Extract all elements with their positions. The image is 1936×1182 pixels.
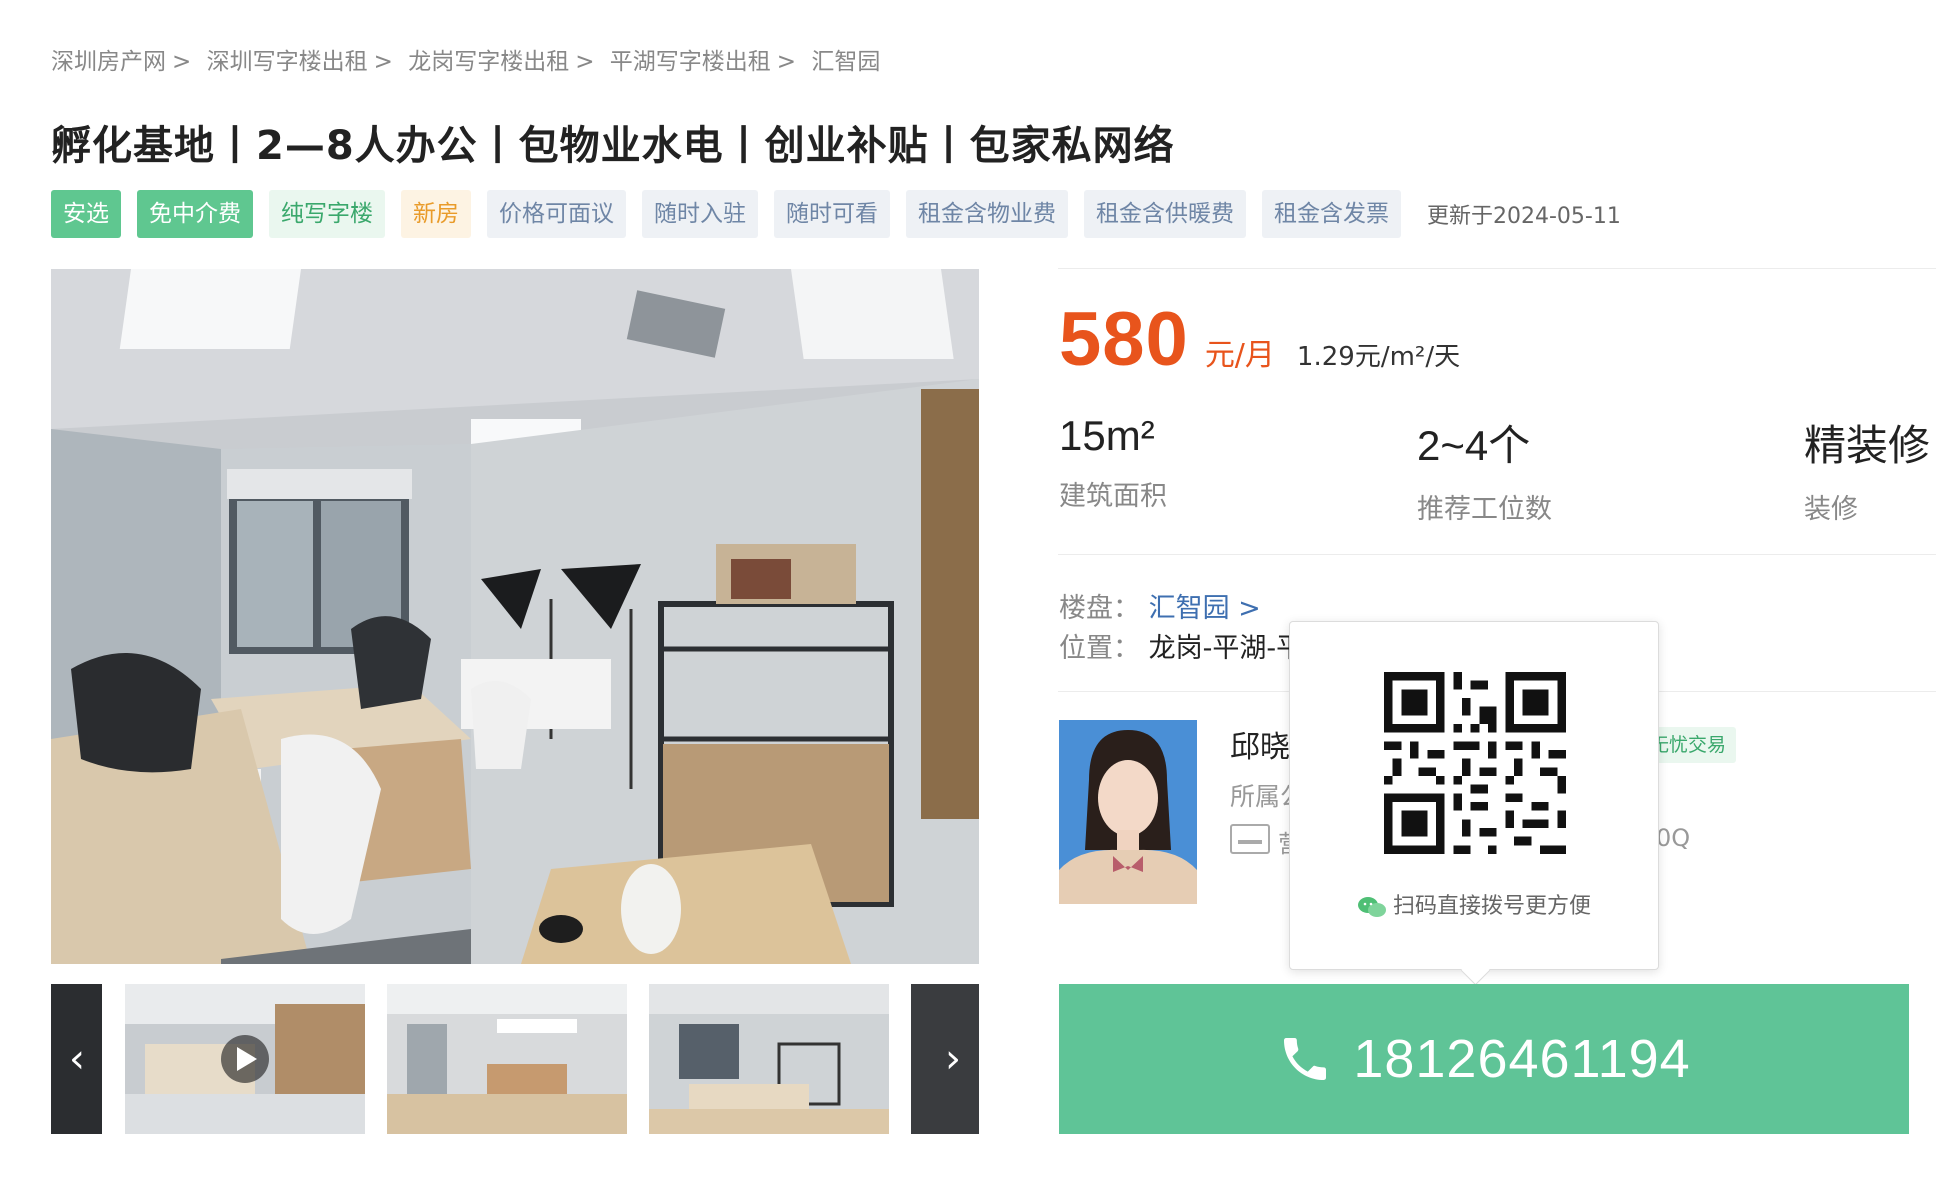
tag-anxuan: 安选 (51, 190, 121, 238)
breadcrumb-link[interactable]: 平湖写字楼出租 (610, 49, 771, 75)
wechat-icon (1357, 897, 1386, 917)
thumbnail-3[interactable] (649, 984, 889, 1134)
breadcrumb-link[interactable]: 深圳写字楼出租 (207, 49, 368, 75)
thumbnail-video[interactable] (125, 984, 365, 1134)
thumbnail-2[interactable] (387, 984, 627, 1134)
tag-list: 安选 免中介费 纯写字楼 新房 价格可面议 随时入驻 随时可看 租金含物业费 租… (51, 190, 1621, 238)
breadcrumb-separator: > (373, 49, 393, 75)
price-value: 580 (1059, 297, 1189, 382)
phone-icon (1284, 1038, 1327, 1080)
price-unit: 元/月 (1204, 338, 1275, 373)
prev-arrow-icon[interactable]: ‹ (51, 984, 103, 1134)
updated-date: 更新于2024-05-11 (1427, 204, 1621, 229)
breadcrumb-separator: > (776, 49, 797, 75)
stat-area: 15m² 建筑面积 (1059, 412, 1167, 513)
location-row: 位置： 龙岗-平湖-平 (1059, 626, 1303, 665)
location-value: 龙岗-平湖-平 (1148, 633, 1304, 664)
breadcrumb-separator: > (172, 49, 192, 75)
breadcrumb-current: 汇智园 (811, 49, 881, 75)
call-button[interactable]: 18126461194 (1059, 984, 1909, 1134)
tag-new: 新房 (401, 190, 471, 238)
thumbnail-strip: ‹ › (51, 984, 979, 1134)
main-photo[interactable] (51, 269, 979, 964)
stat-label: 装修 (1804, 494, 1858, 525)
breadcrumb-link[interactable]: 龙岗写字楼出租 (408, 49, 569, 75)
building-label: 楼盘： (1059, 593, 1140, 624)
avatar[interactable] (1059, 720, 1197, 904)
tag-invoice-included: 租金含发票 (1262, 190, 1401, 238)
phone-number: 18126461194 (1353, 1029, 1691, 1089)
tag-free-commission: 免中介费 (137, 190, 253, 238)
price-block: 580 元/月 1.29元/m²/天 (1059, 296, 1460, 383)
building-row: 楼盘： 汇智园 > (1059, 586, 1261, 625)
stat-label: 建筑面积 (1059, 481, 1167, 512)
stat-decoration: 精装修 装修 (1804, 412, 1930, 526)
next-arrow-icon[interactable]: › (927, 984, 979, 1134)
breadcrumb-link[interactable]: 深圳房产网 (51, 49, 166, 75)
tag-property-fee-included: 租金含物业费 (906, 190, 1068, 238)
stat-workstations: 2~4个 推荐工位数 (1417, 412, 1552, 526)
divider (1058, 554, 1936, 555)
tag-move-in-anytime: 随时入驻 (642, 190, 758, 238)
license-icon (1230, 824, 1270, 854)
qr-hint: 扫码直接拨号更方便 (1290, 888, 1658, 920)
building-link[interactable]: 汇智园 > (1149, 593, 1261, 624)
divider (1058, 268, 1936, 269)
breadcrumb-separator: > (575, 49, 595, 75)
stat-value: 精装修 (1804, 422, 1931, 469)
listing-title: 孵化基地丨2—8人办公丨包物业水电丨创业补贴丨包家私网络 (51, 123, 1175, 169)
stat-label: 推荐工位数 (1417, 494, 1552, 525)
qr-hint-text: 扫码直接拨号更方便 (1392, 894, 1591, 919)
location-label: 位置： (1059, 633, 1140, 664)
tag-heating-included: 租金含供暖费 (1084, 190, 1246, 238)
qr-popup: 扫码直接拨号更方便 (1289, 621, 1659, 970)
price-per-area: 1.29元/m²/天 (1296, 342, 1461, 372)
stat-value: 15m² (1059, 412, 1155, 459)
agent-name[interactable]: 邱晓 (1230, 722, 1290, 766)
agent-license-code: 0Q (1656, 824, 1691, 852)
stat-value: 2~4个 (1417, 422, 1531, 469)
tag-view-anytime: 随时可看 (774, 190, 890, 238)
breadcrumb: 深圳房产网 > 深圳写字楼出租 > 龙岗写字楼出租 > 平湖写字楼出租 > 汇智园 (51, 42, 880, 76)
tag-pure-office: 纯写字楼 (269, 190, 385, 238)
tag-negotiable: 价格可面议 (487, 190, 626, 238)
qr-code (1384, 672, 1566, 854)
